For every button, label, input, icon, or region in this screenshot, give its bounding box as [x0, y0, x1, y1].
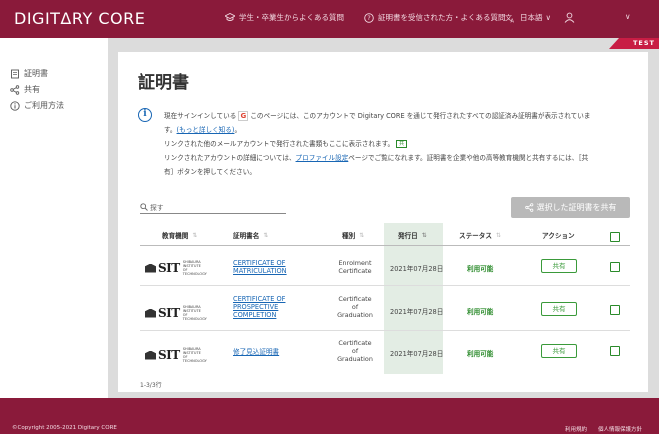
row-divider [140, 285, 630, 286]
account-dropdown[interactable]: ∨ [625, 12, 631, 21]
building-icon [145, 263, 156, 273]
footer-copyright: ©Copyright 2005-2021 Digitary CORE [12, 425, 117, 431]
nav-recipient-faq[interactable]: ? 証明書を受信された方・よくある質問 [364, 12, 506, 23]
sort-icon: ⇅ [263, 231, 269, 239]
column-header-issued[interactable]: 発行日 ⇅ [398, 230, 427, 241]
info-text-line-2: す。(もっと詳しく知る)。 [164, 126, 242, 134]
row-count: 1-3/3行 [140, 382, 162, 389]
table-header-divider [140, 245, 630, 246]
row-checkbox[interactable] [610, 346, 620, 356]
share-selected-button[interactable]: 選択した証明書を共有 [511, 197, 630, 218]
institution-logo: SIT SHIBAURA INSTITUTE OF TECHNOLOGY [145, 305, 207, 321]
status-badge: 利用可能 [467, 265, 494, 273]
sidebar: 証明書 共有 ご利用方法 [0, 38, 108, 398]
nav-student-faq-label: 学生・卒業生からよくある質問 [239, 13, 344, 22]
search-placeholder: 探す [150, 203, 164, 212]
chevron-down-icon: ∨ [545, 13, 552, 22]
sort-icon: ⇅ [495, 231, 501, 239]
certificate-icon [11, 69, 19, 78]
sort-active-icon: ⇅ [421, 231, 427, 239]
share-icon [10, 84, 20, 95]
user-icon [564, 12, 575, 23]
page-title: 証明書 [138, 73, 189, 93]
sidebar-item-label: 共有 [24, 85, 40, 94]
certificate-type: Certificate of Graduation [337, 339, 373, 363]
question-circle-icon: ? [364, 12, 374, 23]
terms-link[interactable]: 利用規約 [565, 425, 587, 433]
certificates-card [118, 52, 648, 392]
issued-date: 2021年07月28日 [390, 350, 444, 358]
share-button[interactable]: 共有 [541, 302, 577, 316]
language-label: 日本語 [520, 13, 543, 22]
building-icon [145, 350, 156, 360]
issued-date: 2021年07月28日 [390, 265, 444, 273]
info-circle-icon [10, 100, 20, 111]
certificate-link[interactable]: 修了見込証明書 [233, 348, 308, 356]
share-selected-label: 選択した証明書を共有 [536, 203, 617, 212]
chevron-down-icon: ∨ [625, 12, 631, 21]
share-icon: 共 [396, 140, 408, 148]
share-button[interactable]: 共有 [541, 259, 577, 273]
column-header-cert-name[interactable]: 証明書名 ⇅ [233, 230, 269, 241]
status-badge: 利用可能 [467, 350, 494, 358]
certificate-type: Certificate of Graduation [337, 295, 373, 319]
sidebar-item-usage[interactable]: ご利用方法 [10, 100, 64, 111]
share-icon [524, 203, 533, 212]
sidebar-item-label: ご利用方法 [24, 101, 64, 110]
translate-icon: 文A [505, 13, 515, 23]
sort-icon: ⇅ [192, 231, 198, 239]
learn-more-link[interactable]: (もっと詳しく知る) [177, 126, 235, 134]
info-text-line-1: 現在サインインしている G このページには、このアカウントで Digitary CO… [164, 111, 591, 121]
svg-text:?: ? [367, 14, 370, 22]
search-input[interactable]: 探す [140, 200, 286, 214]
building-icon [145, 308, 156, 318]
top-header: DIGITΔRY CORE 学生・卒業生からよくある質問 ? 証明書を受信された… [0, 0, 659, 38]
share-button[interactable]: 共有 [541, 344, 577, 358]
select-all-checkbox[interactable] [610, 232, 620, 242]
column-header-status[interactable]: ステータス ⇅ [459, 230, 501, 241]
row-checkbox[interactable] [610, 305, 620, 315]
nav-student-faq[interactable]: 学生・卒業生からよくある質問 [225, 12, 344, 23]
status-badge: 利用可能 [467, 308, 494, 316]
row-checkbox[interactable] [610, 262, 620, 272]
privacy-policy-link[interactable]: 個人情報保護方針 [598, 425, 642, 433]
info-icon: i [138, 108, 152, 122]
digitary-core-logo[interactable]: DIGITΔRY CORE [14, 9, 145, 28]
column-header-action: アクション [542, 232, 575, 240]
row-divider [140, 330, 630, 331]
certificate-type: Enrolment Certificate [338, 259, 372, 275]
sidebar-item-label: 証明書 [24, 69, 48, 78]
info-text-line-3: リンクされた他のメールアカウントで発行された書類もここに表示されます。共 [164, 138, 408, 148]
column-header-type[interactable]: 種別 ⇅ [342, 230, 365, 241]
sort-icon: ⇅ [359, 231, 365, 239]
sidebar-item-share[interactable]: 共有 [10, 84, 40, 95]
institution-logo: SIT SHIBAURA INSTITUTE OF TECHNOLOGY [145, 260, 207, 276]
graduation-cap-icon [225, 13, 235, 21]
google-account-icon: G [238, 111, 249, 121]
certificate-link[interactable]: CERTIFICATE OF PROSPECTIVE COMPLETION [233, 295, 308, 319]
institution-logo: SIT SHIBAURA INSTITUTE OF TECHNOLOGY [145, 347, 207, 363]
sidebar-item-certificates[interactable]: 証明書 [10, 68, 48, 79]
column-header-institution[interactable]: 教育機関 ⇅ [162, 230, 198, 241]
certificate-link[interactable]: CERTIFICATE OF MATRICULATION [233, 259, 308, 275]
info-text-line-5: 有］ボタンを押してください。 [164, 168, 256, 176]
search-icon [140, 202, 148, 211]
language-selector[interactable]: 文A 日本語 ∨ [505, 12, 551, 23]
user-menu[interactable] [564, 12, 579, 23]
info-text-line-4: リンクされたアカウントの詳細については、プロファイル設定ページでご覧になれます。… [164, 154, 589, 162]
svg-text:A: A [511, 18, 515, 23]
nav-recipient-faq-label: 証明書を受信された方・よくある質問 [378, 13, 506, 22]
issued-date: 2021年07月28日 [390, 308, 444, 316]
profile-settings-link[interactable]: プロファイル設定 [296, 154, 349, 162]
